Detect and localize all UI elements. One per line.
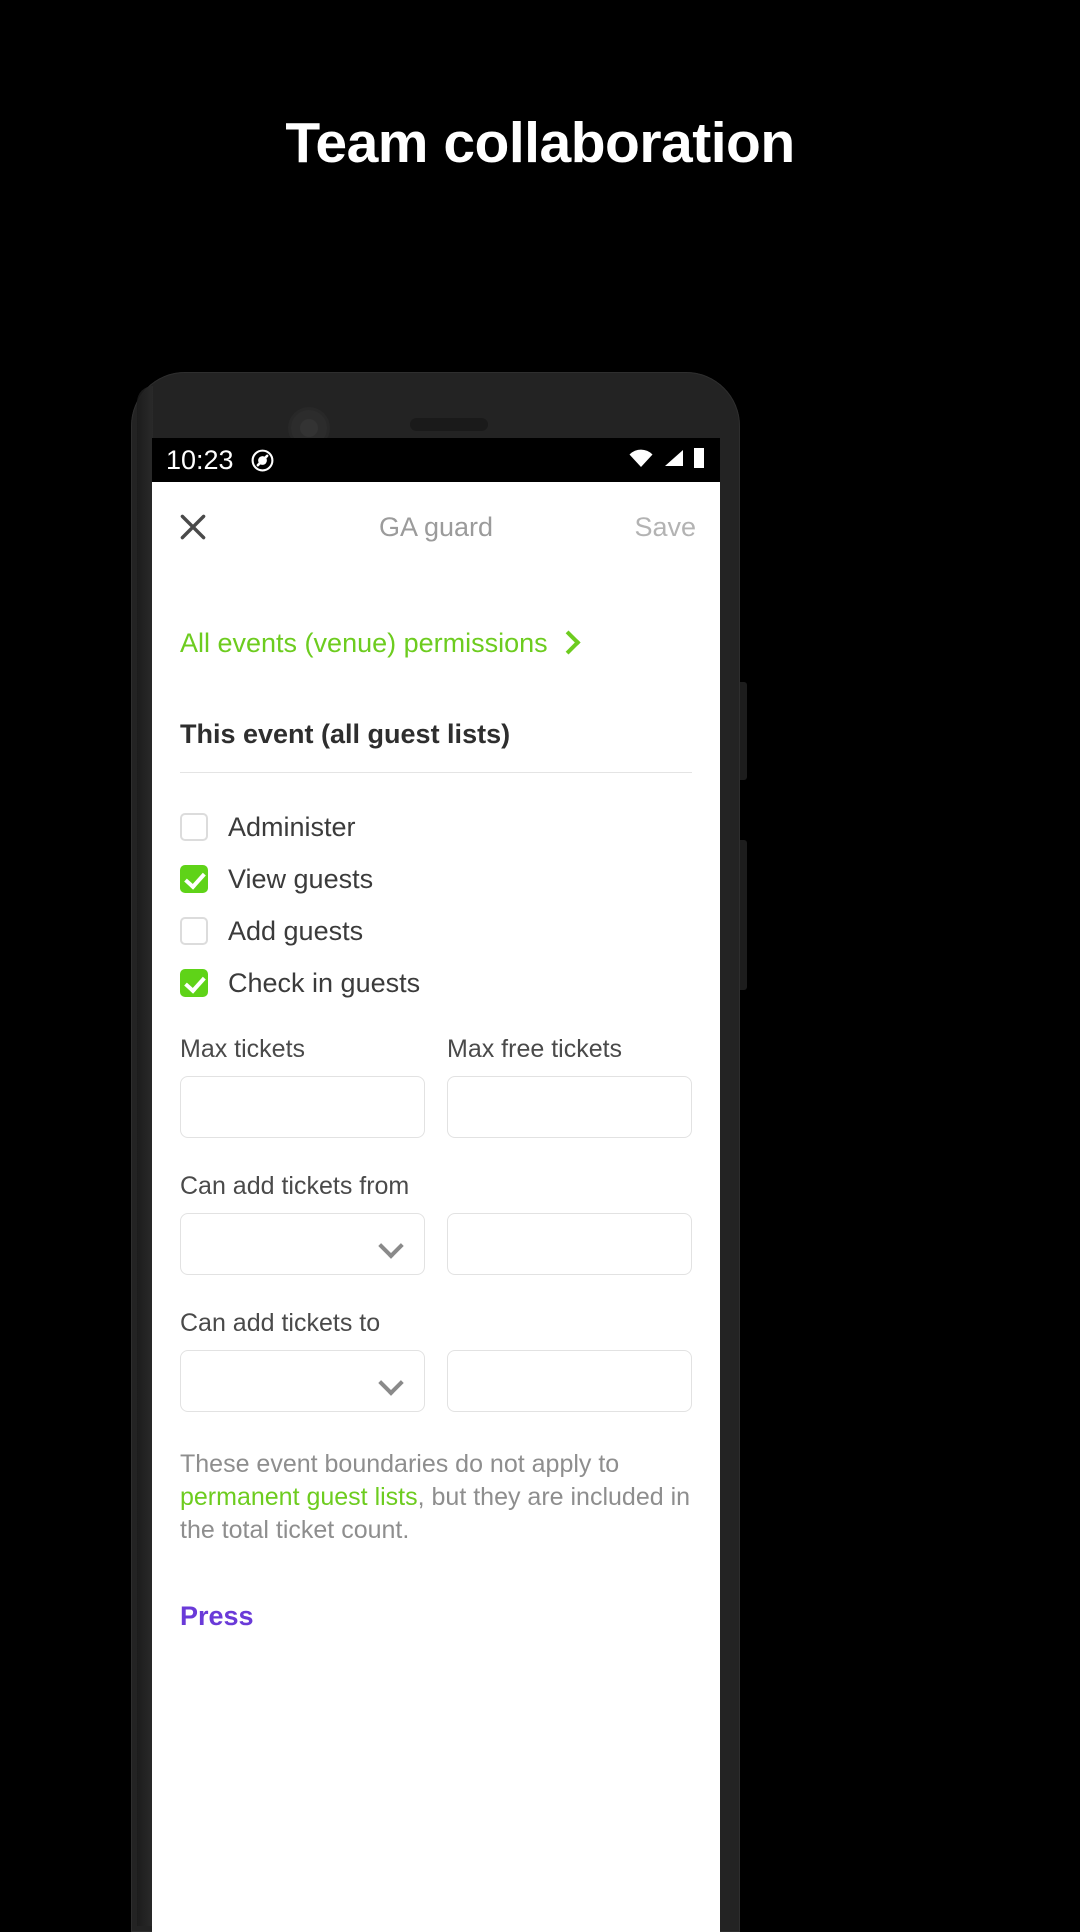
phone-frame: 10:23 GA guard Save All events (venue) p… bbox=[131, 372, 747, 1932]
max-free-tickets-label: Max free tickets bbox=[447, 1035, 623, 1063]
can-add-tickets-from-select[interactable] bbox=[180, 1213, 425, 1275]
permission-row-view-guests[interactable]: View guests bbox=[180, 853, 692, 905]
permission-row-add-guests[interactable]: Add guests bbox=[180, 905, 692, 957]
can-add-from-row: Can add tickets from bbox=[180, 1172, 692, 1275]
status-icons bbox=[628, 447, 706, 474]
press-link[interactable]: Press bbox=[180, 1601, 692, 1632]
permission-label: Administer bbox=[228, 811, 356, 842]
phone-volume-button bbox=[740, 682, 747, 780]
permission-row-administer[interactable]: Administer bbox=[180, 801, 692, 853]
can-add-tickets-to-select[interactable] bbox=[180, 1350, 425, 1412]
max-tickets-col: Max tickets bbox=[180, 1035, 425, 1138]
checkbox-check-in-guests[interactable] bbox=[180, 969, 208, 997]
cellular-signal-icon bbox=[661, 448, 685, 473]
section-title: This event (all guest lists) bbox=[180, 719, 511, 749]
max-free-tickets-col: Max free tickets bbox=[447, 1035, 692, 1138]
ticket-limits-form: Max tickets Max free tickets Can add tic… bbox=[180, 1035, 692, 1412]
max-tickets-label: Max tickets bbox=[180, 1035, 306, 1063]
promo-title: Team collaboration bbox=[285, 111, 795, 175]
do-not-disturb-icon bbox=[250, 448, 275, 473]
permission-label: Check in guests bbox=[228, 967, 421, 998]
can-add-tickets-to-time-input[interactable] bbox=[447, 1350, 692, 1412]
can-add-tickets-from-time-input[interactable] bbox=[447, 1213, 692, 1275]
can-add-from-col: Can add tickets from bbox=[180, 1172, 425, 1275]
boundaries-note: These event boundaries do not apply to p… bbox=[180, 1448, 692, 1547]
note-part-1: These event boundaries do not apply to bbox=[180, 1450, 620, 1478]
max-free-tickets-input[interactable] bbox=[447, 1076, 692, 1138]
row-spacer bbox=[180, 1275, 692, 1309]
permissions-list: Administer View guests Add guests Check … bbox=[180, 801, 692, 1009]
app-header: GA guard Save bbox=[152, 482, 720, 572]
permission-label: Add guests bbox=[228, 915, 364, 946]
phone-screen: 10:23 GA guard Save All events (venue) p… bbox=[152, 438, 720, 1932]
earpiece-speaker bbox=[410, 418, 488, 431]
save-button[interactable]: Save bbox=[634, 512, 696, 543]
wifi-icon bbox=[628, 448, 654, 473]
can-add-to-col: Can add tickets to bbox=[180, 1309, 425, 1412]
can-add-from-time-col bbox=[447, 1172, 692, 1275]
permission-row-check-in-guests[interactable]: Check in guests bbox=[180, 957, 692, 1009]
can-add-to-time-col bbox=[447, 1309, 692, 1412]
checkbox-add-guests[interactable] bbox=[180, 917, 208, 945]
can-add-tickets-from-label: Can add tickets from bbox=[180, 1172, 410, 1200]
checkbox-administer[interactable] bbox=[180, 813, 208, 841]
max-tickets-row: Max tickets Max free tickets bbox=[180, 1035, 692, 1138]
can-add-tickets-to-label: Can add tickets to bbox=[180, 1309, 381, 1337]
all-events-permissions-link[interactable]: All events (venue) permissions bbox=[180, 628, 692, 659]
status-bar: 10:23 bbox=[152, 438, 720, 482]
checkbox-view-guests[interactable] bbox=[180, 865, 208, 893]
phone-power-button bbox=[740, 840, 747, 990]
all-events-permissions-label: All events (venue) permissions bbox=[180, 628, 548, 658]
max-tickets-input[interactable] bbox=[180, 1076, 425, 1138]
status-time: 10:23 bbox=[166, 444, 234, 475]
section-divider bbox=[180, 772, 692, 773]
permission-label: View guests bbox=[228, 863, 374, 894]
row-spacer bbox=[180, 1138, 692, 1172]
permanent-guest-lists-link[interactable]: permanent guest lists bbox=[180, 1483, 418, 1511]
chevron-right-icon bbox=[556, 630, 581, 655]
battery-icon bbox=[692, 447, 706, 474]
form-content: All events (venue) permissions This even… bbox=[152, 628, 720, 1632]
can-add-to-row: Can add tickets to bbox=[180, 1309, 692, 1412]
